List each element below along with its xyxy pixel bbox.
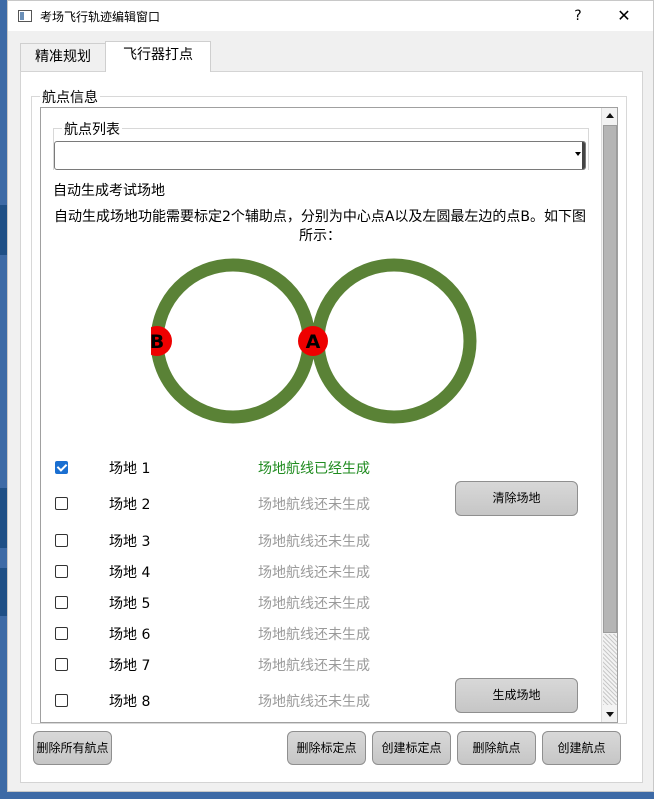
tab-precise-planning[interactable]: 精准规划 [20,43,106,72]
field-diagram: B A [151,258,477,424]
field-status: 场地航线已经生成 [258,461,370,477]
field-name: 场地 3 [109,534,151,550]
field-status: 场地航线还未生成 [258,596,370,612]
desktop-strip [0,205,7,255]
field-checkbox[interactable] [55,658,68,671]
auto-gen-title: 自动生成考试场地 [53,183,165,199]
field-name: 场地 8 [109,694,151,710]
delete-all-waypoints-button[interactable]: 删除所有航点 [33,731,112,765]
field-name: 场地 7 [109,658,151,674]
chevron-down-icon[interactable] [575,152,581,156]
delete-calibration-point-button[interactable]: 删除标定点 [287,731,366,765]
field-name: 场地 2 [109,497,151,513]
field-status: 场地航线还未生成 [258,658,370,674]
field-checkbox[interactable] [55,497,68,510]
vertical-scrollbar[interactable] [601,108,617,722]
field-name: 场地 4 [109,565,151,581]
help-button[interactable]: ? [563,5,593,27]
field-checkbox[interactable] [55,596,68,609]
scroll-area: 航点列表 自动生成考试场地 自动生成场地功能需要标定2个辅助点，分别为中心点A以… [40,107,618,723]
generate-field-button[interactable]: 生成场地 [455,678,578,713]
create-waypoint-button[interactable]: 创建航点 [542,731,621,765]
combo-edge [582,142,585,169]
field-status: 场地航线还未生成 [258,627,370,643]
tab-panel: 航点信息 航点列表 自动生成考试场地 自动生成场地功能需要标定2个辅助点，分别为… [20,71,643,783]
field-status: 场地航线还未生成 [258,497,370,513]
waypoint-combo[interactable] [54,141,586,170]
field-checkbox[interactable] [55,534,68,547]
field-name: 场地 6 [109,627,151,643]
scroll-thumb[interactable] [603,125,617,633]
title-bar: 考场飞行轨迹编辑窗口 ? ✕ [8,1,653,31]
field-status: 场地航线还未生成 [258,534,370,550]
point-a-label: A [306,331,321,353]
field-status: 场地航线还未生成 [258,565,370,581]
dialog-window: 考场飞行轨迹编辑窗口 ? ✕ 精准规划 飞行器打点 航点信息 航点列表 自动生成… [7,0,654,792]
scroll-down-icon[interactable] [602,706,617,722]
window-title: 考场飞行轨迹编辑窗口 [40,10,161,24]
waypoint-list-title: 航点列表 [62,119,122,139]
delete-waypoint-button[interactable]: 删除航点 [457,731,536,765]
tab-aircraft-waypoint[interactable]: 飞行器打点 [105,41,211,72]
left-ring [151,258,316,424]
field-name: 场地 1 [109,461,151,477]
app-window-icon [18,10,32,22]
field-name: 场地 5 [109,596,151,612]
field-checkbox[interactable] [55,461,68,474]
create-calibration-point-button[interactable]: 创建标定点 [372,731,451,765]
field-checkbox[interactable] [55,694,68,707]
field-status: 场地航线还未生成 [258,694,370,710]
group-title: 航点信息 [40,87,100,107]
desktop-strip [0,568,7,616]
clear-field-button[interactable]: 清除场地 [455,481,578,516]
scroll-track[interactable] [603,634,617,705]
field-checkbox[interactable] [55,627,68,640]
waypoint-info-group: 航点信息 航点列表 自动生成考试场地 自动生成场地功能需要标定2个辅助点，分别为… [31,87,627,724]
point-b-label: B [151,331,164,353]
field-checkbox[interactable] [55,565,68,578]
close-button[interactable]: ✕ [609,5,639,27]
right-ring [311,258,477,424]
desktop-strip [0,488,7,548]
auto-gen-description: 自动生成场地功能需要标定2个辅助点，分别为中心点A以及左圆最左边的点B。如下图所… [53,209,587,244]
scroll-up-icon[interactable] [602,108,617,124]
